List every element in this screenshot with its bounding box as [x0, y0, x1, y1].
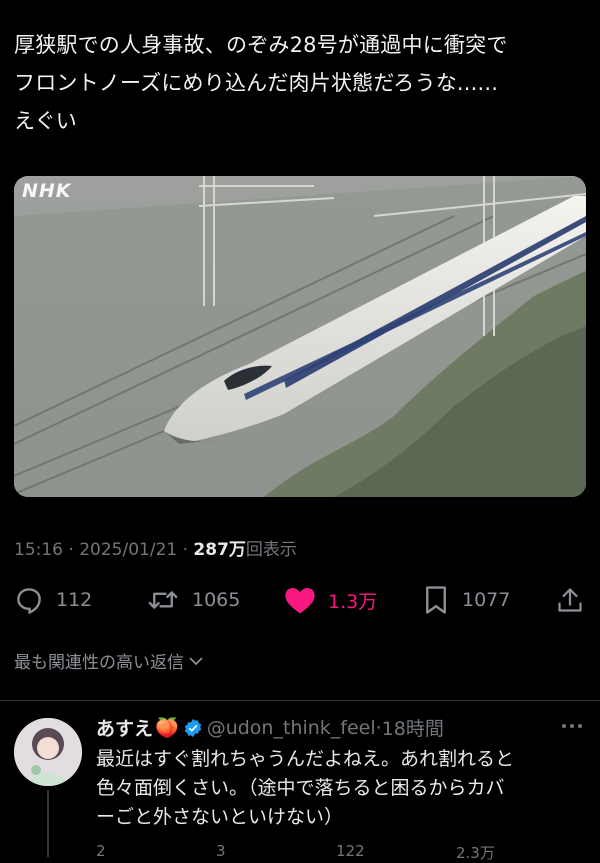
reply-like-count[interactable]: 122	[336, 842, 365, 860]
share-button[interactable]	[556, 583, 596, 617]
share-icon	[558, 588, 582, 612]
bookmark-icon	[426, 586, 446, 614]
nhk-watermark: NHK	[22, 180, 72, 202]
bookmark-count: 1077	[462, 589, 511, 611]
post-text: 厚狭駅での人身事故、のぞみ28号が通過中に衝突で フロントノーズにめり込んだ肉片…	[14, 26, 586, 140]
reply-button[interactable]: 112	[14, 583, 92, 617]
meta-separator: ·	[182, 540, 189, 560]
like-count: 1.3万	[328, 590, 378, 613]
post-time: 15:16	[14, 540, 63, 560]
avatar-image	[14, 718, 82, 786]
thread-line	[47, 790, 49, 857]
reply-text-line: ーごと外さないといけない）	[96, 806, 344, 828]
post-media-image[interactable]: NHK	[14, 176, 586, 497]
reply-count: 112	[56, 589, 93, 611]
divider	[0, 700, 600, 701]
post-text-line: フロントノーズにめり込んだ肉片状態だろうな......	[14, 71, 499, 95]
bookmark-button[interactable]: 1077	[422, 583, 510, 617]
reply-text: 最近はすぐ割れちゃうんだよねえ。あれ割れると 色々面倒くさい。（途中で落ちると困…	[96, 745, 586, 832]
reply-text-line: 最近はすぐ割れちゃうんだよねえ。あれ割れると	[96, 748, 515, 770]
reply-icon	[17, 588, 41, 615]
more-icon[interactable]	[560, 722, 584, 730]
like-button[interactable]: 1.3万	[284, 583, 377, 617]
heart-icon	[285, 588, 315, 614]
post-text-line: 厚狭駅での人身事故、のぞみ28号が通過中に衝突で	[14, 33, 508, 57]
reply-retweet-count[interactable]: 3	[216, 842, 226, 860]
post-date: 2025/01/21	[79, 540, 178, 560]
reply-text-line: 色々面倒くさい。（途中で落ちると困るからカバ	[96, 777, 505, 799]
replies-sort-label: 最も関連性の高い返信	[14, 653, 184, 673]
reply-header: あすえ 🍑 @udon_think_feel · 18時間	[96, 714, 444, 741]
reply-reply-count[interactable]: 2	[96, 842, 106, 860]
reply-views-count[interactable]: 2.3万	[456, 842, 495, 863]
views-count: 287万	[193, 540, 246, 560]
post-action-bar: 112 1065 1.3万 1077	[14, 583, 586, 617]
post-meta: 15:16 · 2025/01/21 · 287万回表示	[14, 535, 297, 560]
peach-emoji: 🍑	[155, 717, 179, 739]
shinkansen-photo	[14, 176, 586, 497]
verified-badge-icon	[184, 718, 201, 737]
retweet-button[interactable]: 1065	[146, 583, 240, 617]
meta-separator: ·	[68, 540, 74, 560]
retweet-count: 1065	[192, 589, 241, 611]
views-label: 回表示	[245, 540, 297, 560]
retweet-icon	[148, 591, 178, 609]
reply-time: 18時間	[381, 718, 444, 740]
reply-author-name[interactable]: あすえ	[96, 714, 153, 741]
chevron-down-icon	[189, 656, 203, 665]
post-text-line: えぐい	[14, 109, 77, 133]
avatar[interactable]	[14, 718, 82, 786]
replies-sort-dropdown[interactable]: 最も関連性の高い返信	[14, 648, 204, 673]
reply-action-bar: 2 3 122 2.3万	[96, 842, 586, 862]
reply-author-handle[interactable]: @udon_think_feel	[207, 717, 376, 739]
